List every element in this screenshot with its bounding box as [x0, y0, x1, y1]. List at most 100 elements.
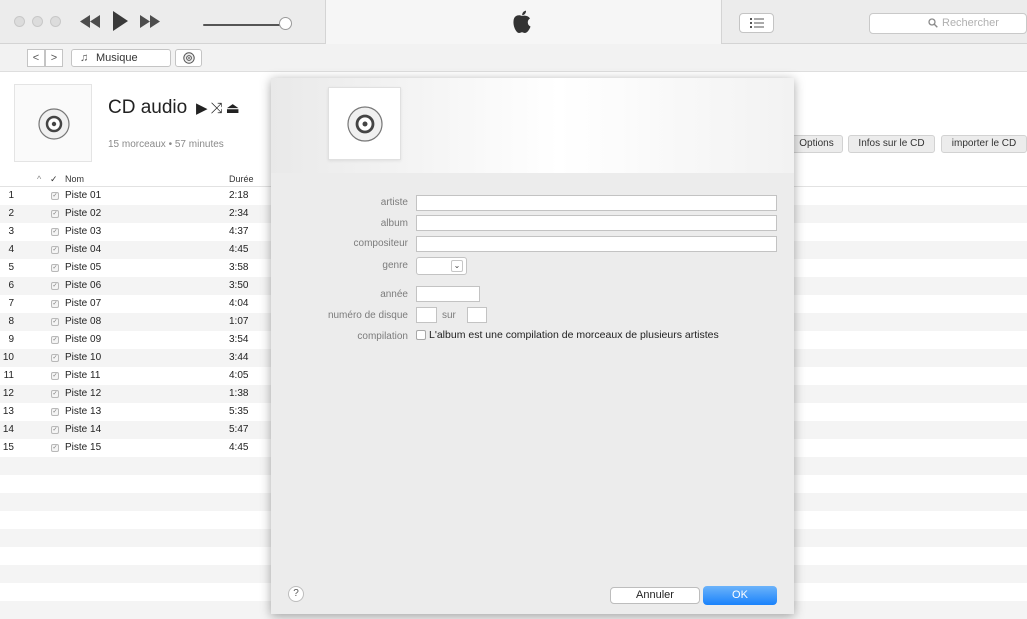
- artist-label: artiste: [380, 197, 408, 208]
- track-row[interactable]: 12 ✓ Piste 12 1:38: [0, 385, 280, 403]
- track-checkbox[interactable]: ✓: [51, 390, 59, 398]
- previous-icon[interactable]: [79, 15, 101, 28]
- cd-icon: [183, 52, 195, 64]
- track-duration: 3:54: [229, 334, 249, 345]
- name-column-header[interactable]: Nom: [65, 172, 84, 186]
- track-checkbox[interactable]: ✓: [51, 192, 59, 200]
- minimize-window-button[interactable]: [32, 16, 43, 27]
- music-note-icon: ♫: [80, 52, 89, 64]
- cd-summary: 15 morceaux • 57 minutes: [108, 139, 224, 150]
- track-checkbox[interactable]: ✓: [51, 282, 59, 290]
- track-name: Piste 13: [65, 406, 102, 417]
- album-field[interactable]: [416, 215, 777, 231]
- disc-total-field[interactable]: [467, 307, 487, 323]
- cancel-button[interactable]: Annuler: [610, 587, 700, 604]
- options-button[interactable]: Options: [790, 135, 843, 153]
- track-duration: 5:47: [229, 424, 249, 435]
- track-number: 12: [2, 388, 14, 399]
- duration-column-header[interactable]: Durée: [229, 172, 254, 186]
- genre-select[interactable]: ⌄: [416, 257, 467, 275]
- track-row[interactable]: 15 ✓ Piste 15 4:45: [0, 439, 280, 457]
- chevron-down-icon: ⌄: [451, 260, 463, 272]
- track-checkbox[interactable]: ✓: [51, 426, 59, 434]
- import-cd-button[interactable]: importer le CD: [941, 135, 1027, 153]
- lcd-display: [325, 0, 722, 44]
- track-checkbox[interactable]: ✓: [51, 228, 59, 236]
- cd-title: CD audio: [108, 97, 188, 118]
- track-duration: 3:58: [229, 262, 249, 273]
- genre-label: genre: [382, 260, 408, 271]
- track-duration: 4:45: [229, 244, 249, 255]
- track-duration: 3:44: [229, 352, 249, 363]
- track-name: Piste 07: [65, 298, 102, 309]
- eject-icon[interactable]: ⏏: [226, 100, 243, 117]
- composer-label: compositeur: [353, 238, 408, 249]
- track-checkbox[interactable]: ✓: [51, 210, 59, 218]
- dialog-artwork[interactable]: [328, 87, 401, 160]
- cd-disc-icon: [347, 106, 383, 142]
- track-checkbox[interactable]: ✓: [51, 246, 59, 254]
- play-icon[interactable]: ▶: [196, 100, 211, 117]
- track-row[interactable]: 6 ✓ Piste 06 3:50: [0, 277, 280, 295]
- forward-button[interactable]: >: [45, 49, 63, 67]
- media-kind-label: Musique: [96, 52, 138, 64]
- check-column-header[interactable]: ✓: [50, 172, 58, 186]
- help-button[interactable]: ?: [288, 586, 304, 602]
- track-number: 9: [8, 334, 14, 345]
- compilation-checkbox[interactable]: [416, 330, 426, 340]
- track-row[interactable]: 13 ✓ Piste 13 5:35: [0, 403, 280, 421]
- cd-disc-icon: [38, 108, 70, 140]
- track-number: 13: [2, 406, 14, 417]
- track-checkbox[interactable]: ✓: [51, 372, 59, 380]
- cd-info-button[interactable]: Infos sur le CD: [848, 135, 935, 153]
- track-row[interactable]: 2 ✓ Piste 02 2:34: [0, 205, 280, 223]
- track-checkbox[interactable]: ✓: [51, 408, 59, 416]
- track-checkbox[interactable]: ✓: [51, 300, 59, 308]
- track-number: 3: [8, 226, 14, 237]
- track-row[interactable]: 11 ✓ Piste 11 4:05: [0, 367, 280, 385]
- track-duration: 1:07: [229, 316, 249, 327]
- disc-number-field[interactable]: [416, 307, 437, 323]
- next-icon[interactable]: [139, 15, 161, 28]
- track-row[interactable]: 10 ✓ Piste 10 3:44: [0, 349, 280, 367]
- track-row[interactable]: 9 ✓ Piste 09 3:54: [0, 331, 280, 349]
- track-row[interactable]: 1 ✓ Piste 01 2:18: [0, 187, 280, 205]
- shuffle-icon[interactable]: ⤨: [211, 100, 226, 117]
- track-checkbox[interactable]: ✓: [51, 444, 59, 452]
- track-row[interactable]: 5 ✓ Piste 05 3:58: [0, 259, 280, 277]
- list-view-button[interactable]: [739, 13, 774, 33]
- ok-button[interactable]: OK: [703, 586, 777, 605]
- track-row[interactable]: 7 ✓ Piste 07 4:04: [0, 295, 280, 313]
- track-row[interactable]: 4 ✓ Piste 04 4:45: [0, 241, 280, 259]
- year-field[interactable]: [416, 286, 480, 302]
- track-checkbox[interactable]: ✓: [51, 354, 59, 362]
- track-checkbox[interactable]: ✓: [51, 318, 59, 326]
- track-checkbox[interactable]: ✓: [51, 336, 59, 344]
- navigation-bar: < > ♫ Musique: [0, 44, 1027, 72]
- media-kind-selector[interactable]: ♫ Musique: [71, 49, 171, 67]
- play-icon[interactable]: [112, 11, 129, 31]
- cd-controls: ▶⤨⏏: [196, 99, 243, 117]
- track-row[interactable]: 8 ✓ Piste 08 1:07: [0, 313, 280, 331]
- close-window-button[interactable]: [14, 16, 25, 27]
- volume-slider-knob[interactable]: [279, 17, 292, 30]
- device-button[interactable]: [175, 49, 202, 67]
- track-number: 6: [8, 280, 14, 291]
- volume-slider-track[interactable]: [203, 24, 283, 26]
- track-row[interactable]: 14 ✓ Piste 14 5:47: [0, 421, 280, 439]
- track-number: 15: [2, 442, 14, 453]
- zoom-window-button[interactable]: [50, 16, 61, 27]
- apple-logo-icon: [513, 10, 531, 33]
- sort-indicator-icon[interactable]: ^: [37, 172, 41, 186]
- track-duration: 4:37: [229, 226, 249, 237]
- track-checkbox[interactable]: ✓: [51, 264, 59, 272]
- search-field[interactable]: Rechercher: [869, 13, 1027, 34]
- track-row[interactable]: 3 ✓ Piste 03 4:37: [0, 223, 280, 241]
- back-button[interactable]: <: [27, 49, 45, 67]
- compilation-text[interactable]: L'album est une compilation de morceaux …: [429, 329, 719, 341]
- track-duration: 3:50: [229, 280, 249, 291]
- composer-field[interactable]: [416, 236, 777, 252]
- track-name: Piste 14: [65, 424, 102, 435]
- artist-field[interactable]: [416, 195, 777, 211]
- track-duration: 1:38: [229, 388, 249, 399]
